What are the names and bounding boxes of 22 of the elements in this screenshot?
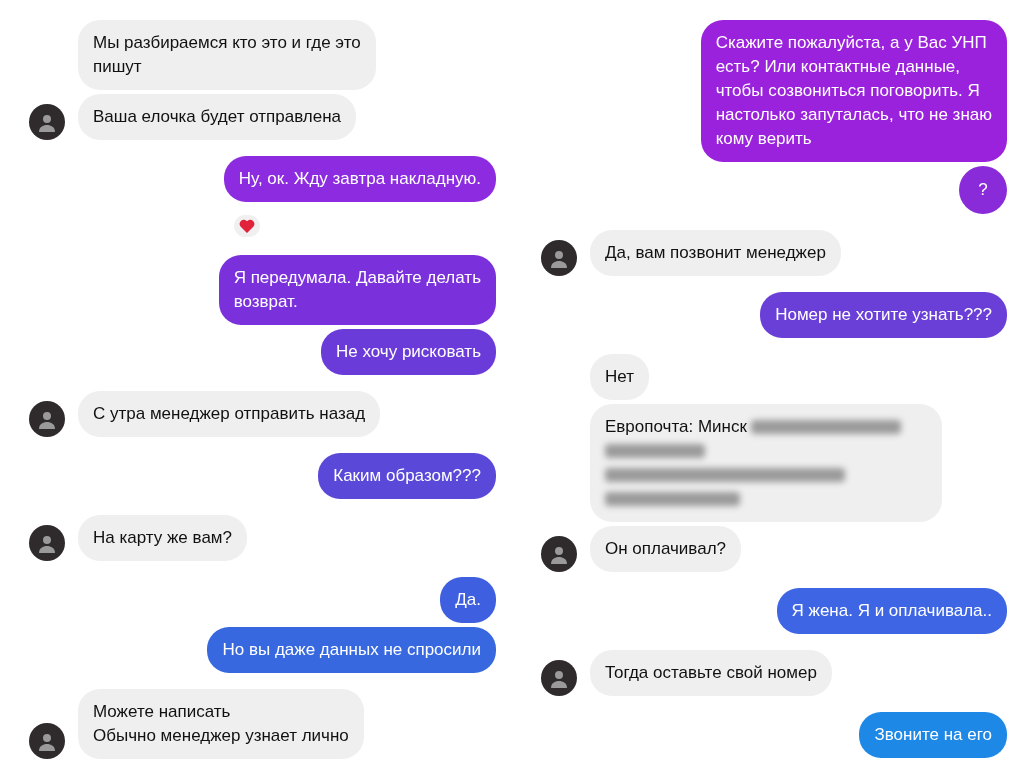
message-bubble: Ну, ок. Жду завтра накладную. <box>223 156 496 202</box>
heart-icon <box>238 219 255 233</box>
message-bubble: Ваша елочка будет отправлена <box>78 94 356 140</box>
message-text: Европочта: Минск <box>605 416 747 438</box>
message-bubble: На карту же вам? <box>78 515 247 561</box>
message-bubble: Можете написать Обычно менеджер узнает лично <box>78 689 364 759</box>
message-bubble: Скажите пожалуйста, а у Вас УНП есть? Или контактные данные, чтобы созвониться поговорить. Я настолько запуталась, что не знаю кому верить <box>700 20 1007 162</box>
message-bubble: Я передумала. Давайте делать возврат. <box>218 255 496 325</box>
message-bubble: Не хочу рисковать <box>320 329 496 375</box>
message-bubble: Каким образом??? <box>318 453 496 499</box>
message-bubble: С утра менеджер отправить назад <box>78 391 381 437</box>
message-bubble: Мы разбираемся кто это и где это пишут <box>78 20 376 90</box>
message-bubble: Номер не хотите узнать??? <box>760 292 1007 338</box>
message-bubble: Да. <box>440 577 496 623</box>
message-bubble: Тогда оставьте свой номер <box>590 650 832 696</box>
message-bubble: ? <box>959 166 1007 214</box>
message-bubble: Нет <box>590 354 649 400</box>
message-bubble: Звоните на его <box>859 712 1007 758</box>
message-bubble: Да, вам позвонит менеджер <box>590 230 841 276</box>
message-bubble: Я жена. Я и оплачивала.. <box>776 588 1007 634</box>
message-bubble: Но вы даже данных не спросили <box>207 627 496 673</box>
message-bubble: Он оплачивал? <box>590 526 742 572</box>
